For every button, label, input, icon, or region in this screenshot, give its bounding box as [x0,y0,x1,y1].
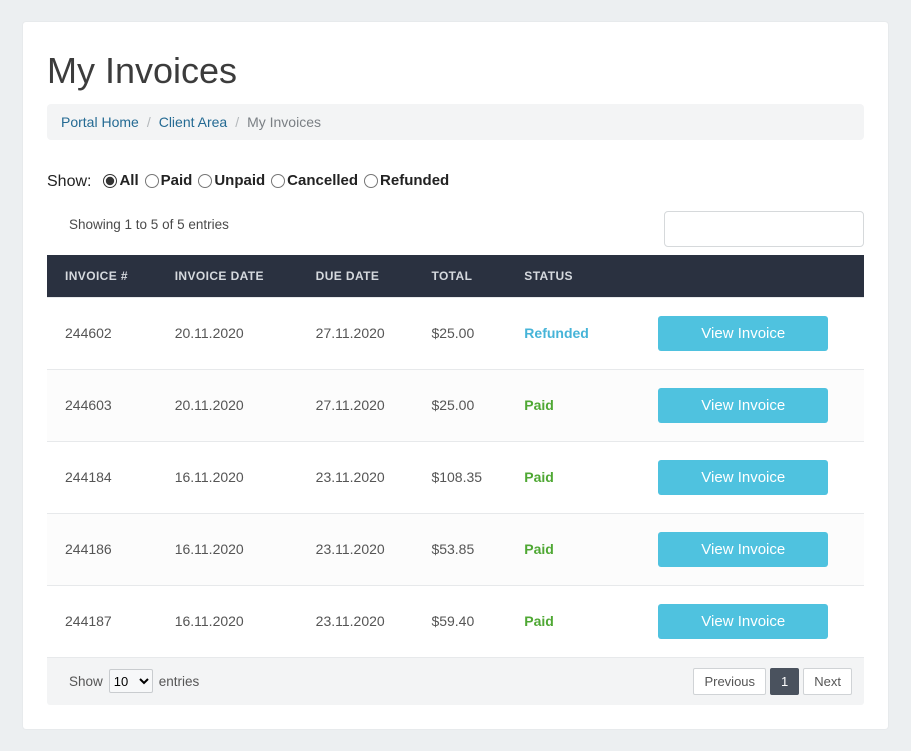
status-cell: Paid [512,369,622,441]
pager: Previous1Next [693,668,852,695]
status-badge: Refunded [524,325,589,341]
action-cell: View Invoice [623,369,864,441]
invoice-number: 244186 [47,513,163,585]
filter-option-label: All [119,172,138,189]
filter-radio-all[interactable] [103,174,117,188]
breadcrumb-link[interactable]: Portal Home [61,114,139,130]
invoice-number: 244603 [47,369,163,441]
total: $59.40 [419,585,512,657]
table-row: 24418716.11.202023.11.2020$59.40 Paid View… [47,585,864,657]
status-filter: Show: All Paid Unpaid Cancelled Refunded [47,172,864,193]
invoice-date: 16.11.2020 [163,513,304,585]
breadcrumb-current: My Invoices [247,114,321,130]
filter-option-label: Unpaid [214,172,265,189]
due-date: 23.11.2020 [304,441,420,513]
action-cell: View Invoice [623,513,864,585]
status-badge: Paid [524,469,554,485]
status-badge: Paid [524,613,554,629]
filter-option-paid[interactable]: Paid [145,172,193,189]
total: $53.85 [419,513,512,585]
total: $25.00 [419,297,512,369]
invoice-number: 244184 [47,441,163,513]
status-badge: Paid [524,541,554,557]
filter-label: Show: [47,173,91,191]
invoice-date: 16.11.2020 [163,441,304,513]
filter-radio-cancelled[interactable] [271,174,285,188]
view-invoice-button[interactable]: View Invoice [658,460,828,495]
filter-radio-paid[interactable] [145,174,159,188]
status-cell: Paid [512,441,622,513]
column-header[interactable]: STATUS [512,255,622,298]
invoices-card: My Invoices Portal Home / Client Area / My I… [23,22,888,729]
breadcrumb-link[interactable]: Client Area [159,114,227,130]
view-invoice-button[interactable]: View Invoice [658,532,828,567]
breadcrumb: Portal Home / Client Area / My Invoices [47,104,864,140]
column-header[interactable]: INVOICE DATE [163,255,304,298]
filter-option-label: Refunded [380,172,449,189]
invoice-date: 20.11.2020 [163,369,304,441]
total: $25.00 [419,369,512,441]
table-footer: Show 102550100 entries Previous1Next [47,657,864,705]
action-cell: View Invoice [623,585,864,657]
column-header[interactable]: INVOICE # [47,255,163,298]
filter-radio-unpaid[interactable] [198,174,212,188]
due-date: 27.11.2020 [304,369,420,441]
table-controls: Showing 1 to 5 of 5 entries [47,211,864,247]
view-invoice-button[interactable]: View Invoice [658,604,828,639]
table-row: 24460220.11.202027.11.2020$25.00 Refunded… [47,297,864,369]
page-title: My Invoices [47,50,864,92]
column-header[interactable]: DUE DATE [304,255,420,298]
filter-radio-refunded[interactable] [364,174,378,188]
search-input[interactable] [664,211,864,247]
table-row: 24460320.11.202027.11.2020$25.00 Paid View… [47,369,864,441]
invoices-table: INVOICE #INVOICE DATEDUE DATETOTALSTATUS… [47,255,864,657]
filter-option-cancelled[interactable]: Cancelled [271,172,358,189]
pager-page[interactable]: 1 [770,668,799,695]
length-suffix: entries [159,674,200,689]
filter-option-all[interactable]: All [103,172,138,189]
invoice-number: 244187 [47,585,163,657]
status-cell: Paid [512,513,622,585]
filter-option-unpaid[interactable]: Unpaid [198,172,265,189]
invoice-date: 20.11.2020 [163,297,304,369]
breadcrumb-sep: / [147,114,151,130]
column-header[interactable] [623,255,864,298]
column-header[interactable]: TOTAL [419,255,512,298]
filter-option-label: Paid [161,172,193,189]
view-invoice-button[interactable]: View Invoice [658,388,828,423]
length-select[interactable]: 102550100 [109,669,153,693]
length-prefix: Show [69,674,103,689]
table-row: 24418416.11.202023.11.2020$108.35 Paid Vie… [47,441,864,513]
status-cell: Refunded [512,297,622,369]
due-date: 23.11.2020 [304,585,420,657]
due-date: 23.11.2020 [304,513,420,585]
pager-next[interactable]: Next [803,668,852,695]
invoice-number: 244602 [47,297,163,369]
due-date: 27.11.2020 [304,297,420,369]
invoice-date: 16.11.2020 [163,585,304,657]
breadcrumb-sep: / [235,114,239,130]
action-cell: View Invoice [623,297,864,369]
length-control: Show 102550100 entries [69,669,199,693]
filter-option-refunded[interactable]: Refunded [364,172,449,189]
entries-info: Showing 1 to 5 of 5 entries [47,211,229,232]
total: $108.35 [419,441,512,513]
search-box [664,211,864,247]
table-row: 24418616.11.202023.11.2020$53.85 Paid View… [47,513,864,585]
pager-prev[interactable]: Previous [693,668,766,695]
action-cell: View Invoice [623,441,864,513]
view-invoice-button[interactable]: View Invoice [658,316,828,351]
filter-option-label: Cancelled [287,172,358,189]
status-badge: Paid [524,397,554,413]
status-cell: Paid [512,585,622,657]
